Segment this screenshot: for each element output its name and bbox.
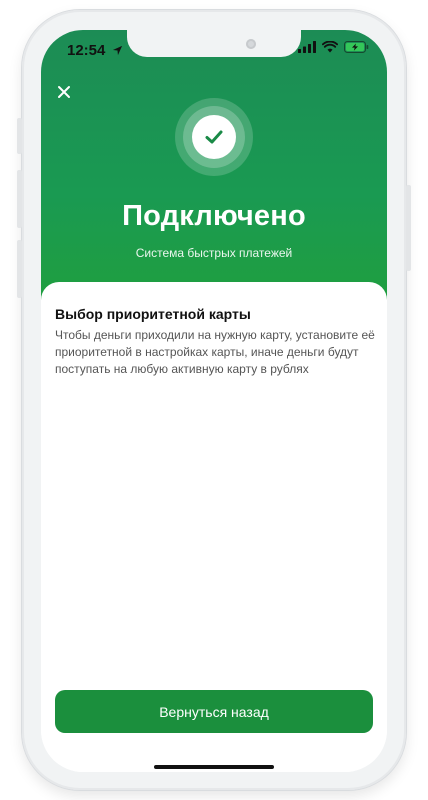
phone-notch: [127, 30, 301, 57]
phone-side-button: [406, 185, 411, 271]
info-card-text: Чтобы деньги приходили на нужную карту, …: [55, 328, 375, 376]
status-time: 12:54: [67, 42, 123, 59]
page-title: Подключено: [122, 200, 306, 232]
front-camera: [246, 39, 256, 49]
info-card-title: Выбор приоритетной карты: [55, 306, 251, 322]
phone-side-button: [17, 118, 22, 154]
phone-side-button: [17, 170, 22, 228]
wifi-icon: [322, 41, 338, 53]
check-icon: [205, 130, 223, 144]
back-button[interactable]: Вернуться назад: [55, 690, 373, 733]
status-icons: [298, 41, 369, 53]
close-icon: [58, 86, 70, 98]
check-circle: [192, 115, 236, 159]
page-subtitle: Система быстрых платежей: [135, 246, 293, 260]
signal-icon: [298, 41, 316, 53]
location-arrow-icon: [112, 45, 122, 56]
close-button[interactable]: [53, 81, 75, 103]
status-time-text: 12:54: [67, 42, 106, 59]
home-indicator: [154, 765, 274, 769]
success-badge: [175, 98, 253, 176]
battery-charging-icon: [344, 41, 369, 53]
phone-side-button: [17, 240, 22, 298]
app-screen: 12:54 Подключено Система быстрых платеже…: [41, 30, 387, 772]
